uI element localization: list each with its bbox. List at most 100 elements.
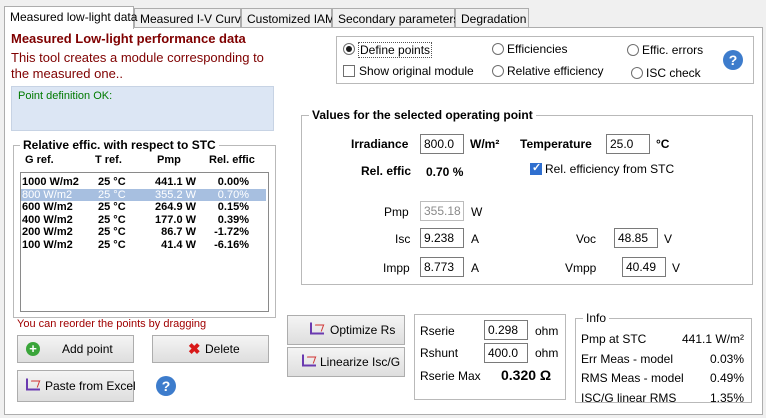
delete-button[interactable]: ✖ Delete	[152, 335, 269, 363]
table-cell: 355.2 W	[155, 188, 196, 201]
table-cell: 100 W/m2	[22, 238, 73, 251]
show-original-checkbox[interactable]	[343, 65, 355, 77]
relative-effic-group-title: Relative effic. with respect to STC	[20, 138, 219, 152]
rel-from-stc-checkbox[interactable]	[530, 161, 542, 175]
col-t-ref: T ref.	[95, 154, 122, 166]
table-cell: 25 °C	[98, 188, 126, 201]
rseriemax-label: Rserie Max	[420, 369, 481, 383]
operating-point-title: Values for the selected operating point	[309, 108, 536, 122]
effic-errors-radio[interactable]	[627, 44, 639, 56]
col-pmp: Pmp	[157, 154, 181, 166]
effic-errors-label[interactable]: Effic. errors	[642, 43, 703, 57]
rserie-label: Rserie	[420, 324, 455, 338]
table-cell: 25 °C	[98, 201, 126, 213]
table-cell: 41.4 W	[161, 238, 196, 251]
rel-effic-value: 0.70 %	[426, 165, 464, 179]
efficiencies-radio[interactable]	[492, 43, 504, 55]
info-title: Info	[583, 311, 610, 325]
voc-label: Voc	[576, 232, 597, 246]
define-points-label[interactable]: Define points	[358, 42, 433, 58]
table-cell: 800 W/m2	[22, 188, 73, 201]
temperature-input[interactable]: 25.0	[606, 134, 650, 154]
vmpp-input[interactable]: 40.49	[622, 257, 666, 277]
paste-excel-label: Paste from Excel	[45, 379, 136, 393]
page-title: Measured Low-light performance data	[11, 31, 246, 46]
voc-input[interactable]: 48.85	[614, 228, 658, 248]
info-value: 0.03%	[709, 351, 744, 366]
info-label: RMS Meas - model	[581, 371, 684, 385]
status-text: Point definition OK:	[18, 90, 113, 102]
table-cell: 0.15%	[217, 201, 249, 213]
tab-measured-low-light[interactable]: Measured low-light data	[4, 6, 137, 29]
irradiance-input[interactable]: 800.0	[420, 134, 464, 154]
table-row[interactable]: 800 W/m2 25 °C 355.2 W 0.70%	[21, 188, 266, 201]
rserie-unit: ohm	[535, 324, 559, 338]
info-value: 1.35%	[709, 390, 744, 405]
paste-excel-button[interactable]: Paste from Excel	[17, 370, 136, 402]
table-cell: 25 °C	[98, 238, 126, 251]
table-cell: -1.72%	[214, 226, 249, 238]
optimize-rs-label: Optimize Rs	[330, 323, 396, 337]
table-cell: 1000 W/m2	[22, 176, 79, 188]
define-points-radio[interactable]	[343, 43, 355, 55]
col-g-ref: G ref.	[25, 154, 54, 166]
page-description: This tool creates a module corresponding…	[11, 50, 264, 81]
help-icon[interactable]: ?	[156, 376, 176, 396]
rel-effic-label: Rel. effic	[361, 164, 412, 178]
info-label: Err Meas - model	[581, 351, 674, 366]
table-cell: 0.70%	[217, 188, 249, 201]
pmp-unit: W	[471, 205, 483, 219]
tab-customized-iam[interactable]: Customized IAM	[241, 8, 335, 28]
info-label: Pmp at STC	[581, 332, 647, 346]
table-row[interactable]: 100 W/m2 25 °C 41.4 W -6.16%	[21, 239, 266, 251]
tab-secondary-parameters[interactable]: Secondary parameters	[332, 8, 459, 28]
efficiencies-label[interactable]: Efficiencies	[507, 42, 567, 56]
add-point-label: Add point	[62, 342, 113, 356]
relative-efficiency-label[interactable]: Relative efficiency	[507, 64, 604, 78]
table-row[interactable]: 200 W/m2 25 °C 86.7 W -1.72%	[21, 226, 266, 238]
tab-bar: Measured low-light data Measured I-V Cur…	[4, 6, 764, 29]
table-cell: 264.9 W	[155, 201, 196, 213]
rseriemax-value: 0.320 Ω	[501, 367, 552, 383]
chart-icon	[310, 322, 324, 338]
table-cell: 400 W/m2	[22, 213, 73, 226]
optimize-rs-button[interactable]: Optimize Rs	[287, 315, 405, 345]
linearize-label: Linearize Isc/G	[320, 355, 401, 369]
isc-check-radio[interactable]	[631, 67, 643, 79]
tab-measured-iv-curve[interactable]: Measured I-V Curve	[134, 8, 247, 28]
table-cell: 25 °C	[98, 176, 126, 188]
plus-icon: +	[26, 342, 40, 356]
table-cell: 86.7 W	[161, 226, 196, 238]
table-row[interactable]: 1000 W/m2 25 °C 441.1 W 0.00%	[21, 176, 266, 188]
impp-input[interactable]: 8.773	[420, 257, 464, 277]
table-cell: -6.16%	[214, 238, 249, 251]
col-rel-effic: Rel. effic	[209, 154, 255, 166]
irradiance-label: Irradiance	[351, 137, 409, 151]
table-row[interactable]: 600 W/m2 25 °C 264.9 W 0.15%	[21, 201, 266, 213]
info-value: 0.49%	[709, 371, 744, 385]
impp-unit: A	[471, 261, 480, 275]
table-row[interactable]: 400 W/m2 25 °C 177.0 W 0.39%	[21, 214, 266, 226]
isc-unit: A	[471, 232, 480, 246]
table-cell: 441.1 W	[155, 176, 196, 188]
linearize-button[interactable]: Linearize Isc/G	[287, 347, 405, 377]
help-icon[interactable]: ?	[723, 50, 743, 70]
table-cell: 177.0 W	[155, 213, 196, 226]
relative-efficiency-radio[interactable]	[492, 65, 504, 77]
isc-check-label[interactable]: ISC check	[646, 66, 701, 80]
chart-icon	[302, 354, 316, 370]
reorder-hint: You can reorder the points by dragging	[17, 318, 207, 330]
add-point-button[interactable]: + Add point	[17, 335, 134, 363]
info-value: 441.1 W/m²	[681, 332, 744, 346]
isc-input[interactable]: 9.238	[420, 228, 464, 248]
temperature-label: Temperature	[520, 137, 592, 151]
show-original-label[interactable]: Show original module	[359, 64, 474, 78]
rel-from-stc-label[interactable]: Rel. efficiency from STC	[545, 162, 674, 176]
chart-icon	[26, 378, 40, 394]
info-label: ISC/G linear RMS	[581, 390, 677, 405]
rserie-input[interactable]: 0.298	[484, 320, 528, 340]
rshunt-input[interactable]: 400.0	[484, 343, 528, 363]
rshunt-label: Rshunt	[420, 346, 459, 360]
rshunt-unit: ohm	[535, 346, 559, 360]
tab-degradation[interactable]: Degradation	[455, 8, 529, 28]
